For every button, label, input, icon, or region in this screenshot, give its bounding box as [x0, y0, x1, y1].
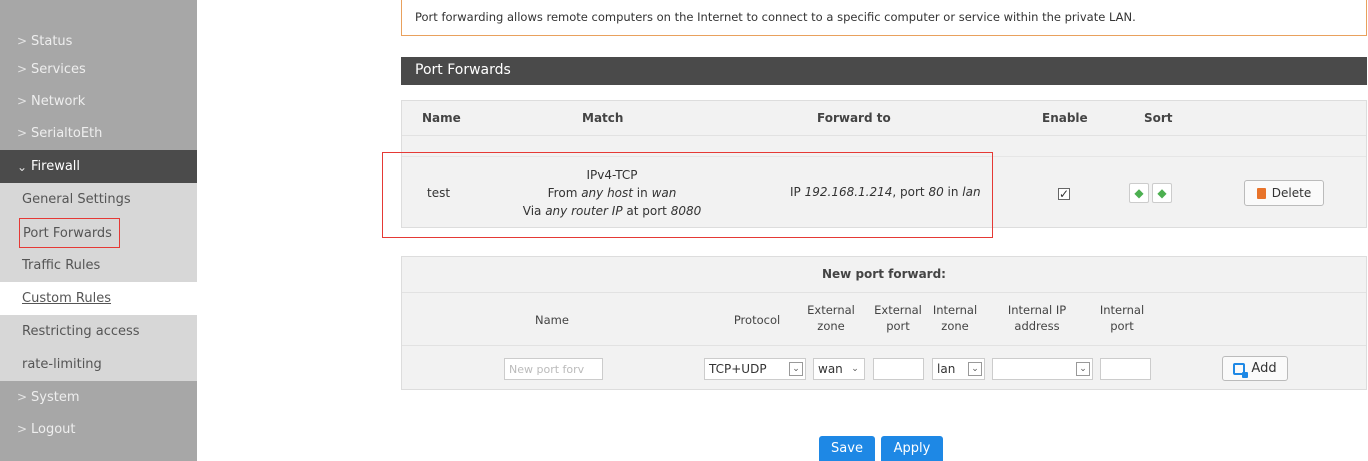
header-internal-ip: Internal IP address [1007, 303, 1067, 333]
header-protocol: Protocol [733, 313, 781, 327]
header-name: Name [535, 313, 569, 327]
header-match: Match [582, 111, 624, 125]
name-input[interactable]: New port forv [504, 358, 603, 380]
header-name: Name [422, 111, 461, 125]
sidebar-item-serialtoeth[interactable]: > SerialtoEth [0, 117, 197, 149]
internal-port-input[interactable] [1100, 358, 1151, 380]
internal-ip-select[interactable]: ⌄ [992, 358, 1093, 380]
apply-button[interactable]: Apply [881, 436, 943, 461]
sidebar-item-label: Network [31, 93, 86, 109]
submenu-restricting-access[interactable]: Restricting access [0, 315, 197, 348]
sidebar-item-system[interactable]: > System [0, 381, 197, 413]
chevron-down-icon: ⌄ [17, 159, 28, 174]
external-zone-select[interactable]: wan ⌄ [813, 358, 865, 380]
sort-down-button[interactable]: ◆ [1152, 183, 1172, 203]
sidebar-item-logout[interactable]: > Logout [0, 413, 197, 445]
new-forward-header: Name Protocol External zone External port … [402, 293, 1366, 346]
chevron-down-icon: ⌄ [789, 362, 803, 376]
header-external-port: External port [874, 303, 922, 333]
chevron-right-icon: > [17, 34, 28, 48]
header-enable: Enable [1042, 111, 1088, 125]
chevron-down-icon: ⌄ [1076, 362, 1090, 376]
new-port-forward-section: New port forward: Name Protocol External… [401, 256, 1367, 390]
submenu-general-settings[interactable]: General Settings [0, 183, 197, 216]
add-icon [1233, 362, 1249, 378]
protocol-select[interactable]: TCP+UDP ⌄ [704, 358, 806, 380]
sidebar-item-label: SerialtoEth [31, 125, 103, 141]
chevron-right-icon: > [17, 126, 28, 140]
chevron-down-icon: ⌄ [848, 362, 862, 376]
section-title: Port Forwards [401, 57, 1367, 85]
firewall-submenu: General Settings Port Forwards Traffic R… [0, 183, 197, 381]
arrow-up-icon: ◆ [1134, 186, 1144, 200]
chevron-right-icon: > [17, 94, 28, 108]
external-port-input[interactable] [873, 358, 924, 380]
header-external-zone: External zone [807, 303, 855, 333]
sort-up-button[interactable]: ◆ [1129, 183, 1149, 203]
chevron-down-icon: ⌄ [968, 362, 982, 376]
add-button[interactable]: Add [1222, 356, 1288, 381]
sidebar-item-network[interactable]: > Network [0, 85, 197, 117]
new-forward-title: New port forward: [402, 257, 1366, 293]
submenu-rate-limiting[interactable]: rate-limiting [0, 348, 197, 381]
header-internal-port: Internal port [1099, 303, 1145, 333]
internal-zone-select[interactable]: lan ⌄ [932, 358, 985, 380]
sidebar-item-services[interactable]: > Services [0, 53, 197, 85]
save-button[interactable]: Save [819, 436, 875, 461]
sidebar: > Status > Services > Network > Serialto… [0, 0, 197, 461]
chevron-right-icon: > [17, 390, 28, 404]
delete-button[interactable]: Delete [1244, 180, 1324, 206]
sidebar-item-label: Status [31, 33, 73, 49]
chevron-right-icon: > [17, 422, 28, 436]
intro-description: Port forwarding allows remote computers … [401, 0, 1367, 36]
enable-checkbox[interactable]: ✓ [1058, 187, 1070, 201]
sidebar-item-label: Firewall [31, 159, 81, 174]
table-header: Name Match Forward to Enable Sort [402, 101, 1366, 136]
submenu-custom-rules[interactable]: Custom Rules [0, 282, 197, 315]
header-forward-to: Forward to [817, 111, 891, 125]
sidebar-item-label: Logout [31, 421, 76, 437]
submenu-traffic-rules[interactable]: Traffic Rules [0, 249, 197, 282]
arrow-down-icon: ◆ [1157, 186, 1167, 200]
sidebar-item-firewall[interactable]: ⌄ Firewall [0, 150, 197, 183]
new-forward-inputs: New port forv TCP+UDP ⌄ wan ⌄ lan ⌄ ⌄ Add [402, 346, 1366, 390]
chevron-right-icon: > [17, 62, 28, 76]
header-internal-zone: Internal zone [932, 303, 978, 333]
sidebar-item-label: Services [31, 61, 86, 77]
highlight-box [382, 152, 993, 238]
submenu-port-forwards[interactable]: Port Forwards [0, 216, 197, 249]
sidebar-item-label: System [31, 389, 80, 405]
trash-icon [1256, 187, 1266, 199]
header-sort: Sort [1144, 111, 1173, 125]
